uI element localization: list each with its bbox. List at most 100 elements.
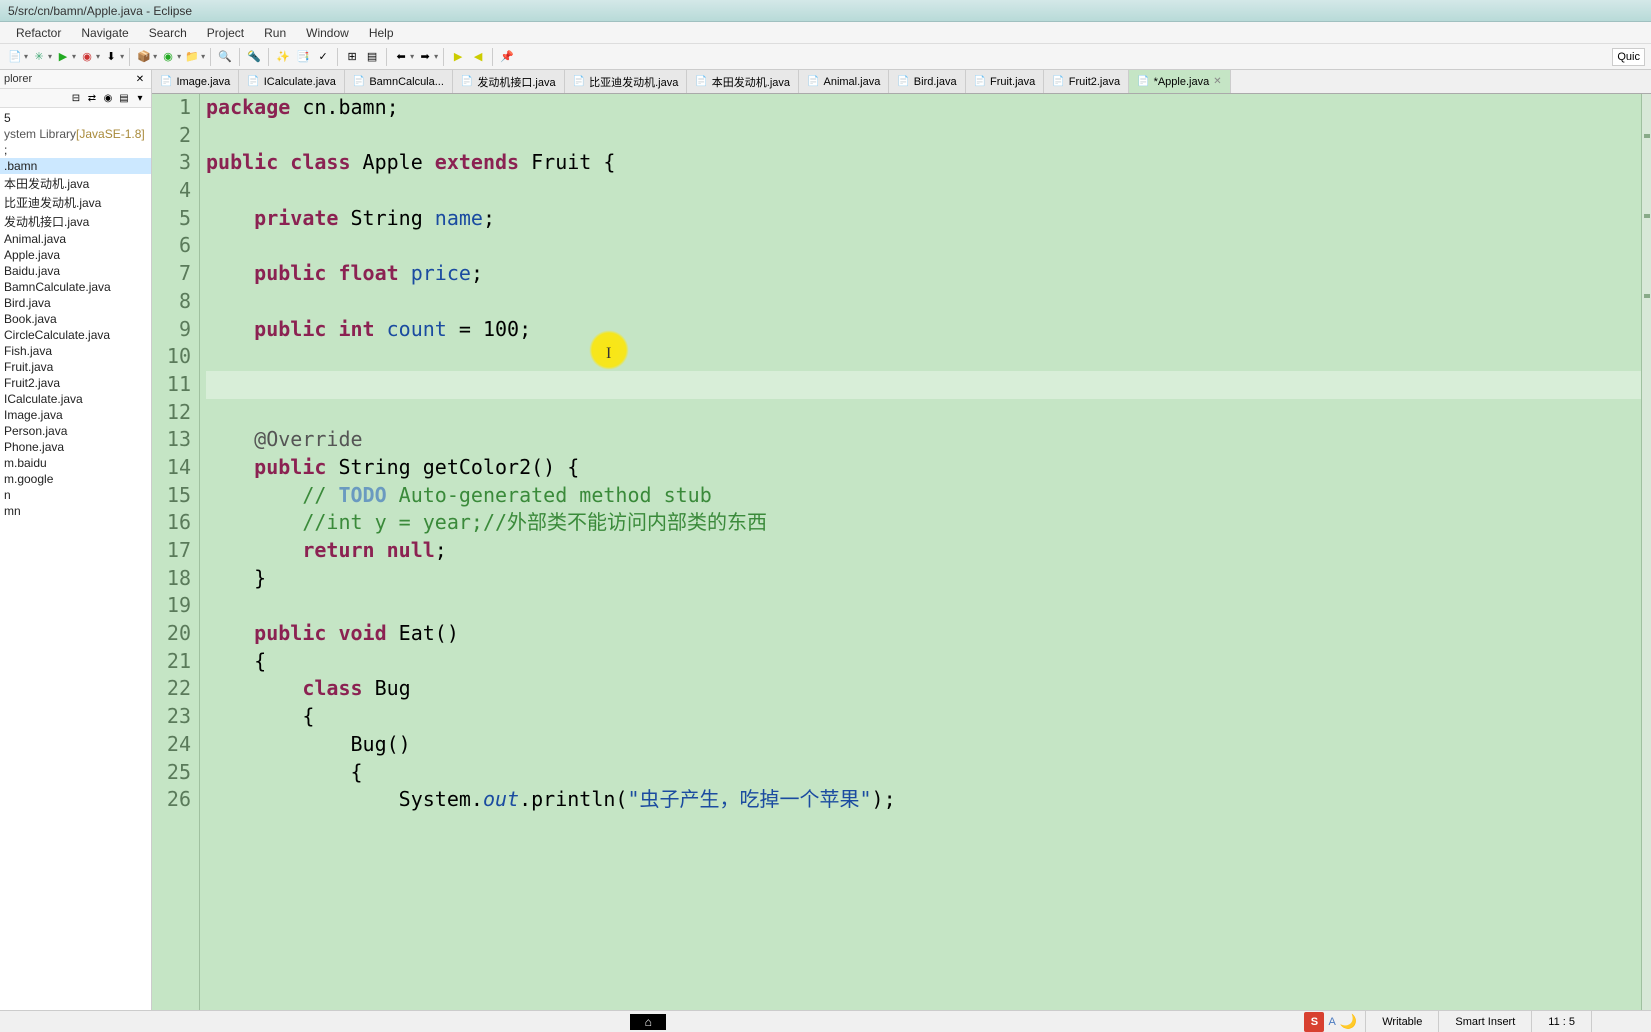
overview-ruler[interactable] (1641, 94, 1651, 1010)
bookmark-icon[interactable]: 📑 (294, 48, 312, 66)
tree-file[interactable]: Book.java (0, 311, 151, 327)
menu-window[interactable]: Window (296, 24, 359, 42)
menubar[interactable]: RefactorNavigateSearchProjectRunWindowHe… (0, 22, 1651, 44)
menu-navigate[interactable]: Navigate (71, 24, 138, 42)
code-line[interactable]: public int count = 100; (206, 316, 1641, 344)
tree-file[interactable]: Image.java (0, 407, 151, 423)
focus-icon[interactable]: ◉ (101, 91, 115, 105)
back-icon[interactable]: ⬅ (392, 48, 410, 66)
filter-icon[interactable]: ▤ (117, 91, 131, 105)
menu-icon[interactable]: ▾ (133, 91, 147, 105)
code-line[interactable] (206, 399, 1641, 427)
code-line[interactable]: { (206, 759, 1641, 787)
code-line[interactable]: class Bug (206, 675, 1641, 703)
code-line[interactable]: private String name; (206, 205, 1641, 233)
code-line[interactable] (206, 122, 1641, 150)
editor-tab[interactable]: 📄BamnCalcula... (345, 70, 453, 93)
close-tab-icon[interactable]: ✕ (1213, 76, 1221, 87)
compass-icon[interactable]: ✳ (30, 48, 48, 66)
quick-access[interactable]: Quic (1612, 48, 1645, 66)
code-line[interactable]: public class Apple extends Fruit { (206, 149, 1641, 177)
tree-file[interactable]: m.baidu (0, 455, 151, 471)
code-line[interactable] (206, 288, 1641, 316)
code-line[interactable]: public String getColor2() { (206, 454, 1641, 482)
editor-tab[interactable]: 📄Fruit2.java (1044, 70, 1129, 93)
tree-file[interactable]: 比亚迪发动机.java (0, 193, 151, 212)
task-icon[interactable]: ✓ (314, 48, 332, 66)
menu-project[interactable]: Project (197, 24, 254, 42)
wand-icon[interactable]: ✨ (274, 48, 292, 66)
tree-file[interactable]: BamnCalculate.java (0, 279, 151, 295)
editor-tab[interactable]: 📄Fruit.java (966, 70, 1045, 93)
editor-tab[interactable]: 📄ICalculate.java (239, 70, 345, 93)
tree-file[interactable]: Phone.java (0, 439, 151, 455)
tree-file[interactable]: Baidu.java (0, 263, 151, 279)
search-icon[interactable]: 🔦 (245, 48, 263, 66)
menu-search[interactable]: Search (139, 24, 197, 42)
pin-icon[interactable]: 📌 (498, 48, 516, 66)
new-icon[interactable]: 📄 (6, 48, 24, 66)
code-body[interactable]: I package cn.bamn;public class Apple ext… (200, 94, 1641, 1010)
run-icon[interactable]: ▶ (54, 48, 72, 66)
tree-package-selected[interactable]: .bamn (0, 158, 151, 174)
code-line[interactable]: return null; (206, 537, 1641, 565)
code-line[interactable]: // TODO Auto-generated method stub (206, 482, 1641, 510)
package-icon[interactable]: 📦 (135, 48, 153, 66)
code-line[interactable] (206, 343, 1641, 371)
tree-file[interactable]: Bird.java (0, 295, 151, 311)
next-ann-icon[interactable]: ▶ (449, 48, 467, 66)
code-line[interactable]: System.out.println("虫子产生，吃掉一个苹果"); (206, 786, 1641, 814)
code-line[interactable] (206, 371, 1641, 399)
forward-icon[interactable]: ➡ (416, 48, 434, 66)
breadcrumb-icon[interactable]: ▤ (363, 48, 381, 66)
tree-file[interactable]: CircleCalculate.java (0, 327, 151, 343)
editor-tab[interactable]: 📄Bird.java (889, 70, 965, 93)
code-line[interactable]: package cn.bamn; (206, 94, 1641, 122)
class-icon[interactable]: ◉ (159, 48, 177, 66)
editor-tab[interactable]: 📄发动机接口.java (453, 70, 565, 93)
editor-tab[interactable]: 📄Animal.java (799, 70, 889, 93)
code-line[interactable]: { (206, 648, 1641, 676)
code-line[interactable]: public float price; (206, 260, 1641, 288)
outline-icon[interactable]: ⊞ (343, 48, 361, 66)
menu-run[interactable]: Run (254, 24, 296, 42)
code-line[interactable]: } (206, 565, 1641, 593)
editor-tab[interactable]: 📄*Apple.java✕ (1129, 70, 1231, 93)
tree-file[interactable]: Person.java (0, 423, 151, 439)
tree-file[interactable]: mn (0, 503, 151, 519)
menu-help[interactable]: Help (359, 24, 404, 42)
tree-file[interactable]: ICalculate.java (0, 391, 151, 407)
collapse-icon[interactable]: ⊟ (69, 91, 83, 105)
code-line[interactable]: //int y = year;//外部类不能访问内部类的东西 (206, 509, 1641, 537)
tree-library[interactable]: ystem Library [JavaSE-1.8] (0, 126, 151, 142)
close-panel-icon[interactable]: ✕ (133, 72, 147, 86)
code-line[interactable] (206, 592, 1641, 620)
code-line[interactable]: public void Eat() (206, 620, 1641, 648)
ime-icon[interactable]: S (1304, 1012, 1324, 1032)
menu-refactor[interactable]: Refactor (6, 24, 71, 42)
editor-tab[interactable]: 📄Image.java (152, 70, 239, 93)
folder-icon[interactable]: 📁 (183, 48, 201, 66)
tree-root[interactable]: 5 (0, 110, 151, 126)
editor-tab[interactable]: 📄比亚迪发动机.java (565, 70, 688, 93)
code-line[interactable] (206, 177, 1641, 205)
tree-file[interactable]: Apple.java (0, 247, 151, 263)
tree-file[interactable]: Fruit.java (0, 359, 151, 375)
editor-tab[interactable]: 📄本田发动机.java (687, 70, 799, 93)
link-icon[interactable]: ⇄ (85, 91, 99, 105)
tree-file[interactable]: Fish.java (0, 343, 151, 359)
tree-file[interactable]: Animal.java (0, 231, 151, 247)
prev-ann-icon[interactable]: ◀ (469, 48, 487, 66)
coverage-icon[interactable]: ◉ (78, 48, 96, 66)
code-line[interactable]: Bug() (206, 731, 1641, 759)
ext-icon[interactable]: ⬇ (102, 48, 120, 66)
open-type-icon[interactable]: 🔍 (216, 48, 234, 66)
tree-src[interactable]: ; (0, 142, 151, 158)
code-line[interactable]: { (206, 703, 1641, 731)
code-editor[interactable]: 1234567891011121314151617181920212223242… (152, 94, 1651, 1010)
code-line[interactable]: @Override (206, 426, 1641, 454)
code-line[interactable] (206, 232, 1641, 260)
tree-file[interactable]: n (0, 487, 151, 503)
tree-file[interactable]: 本田发动机.java (0, 174, 151, 193)
tree-file[interactable]: 发动机接口.java (0, 212, 151, 231)
